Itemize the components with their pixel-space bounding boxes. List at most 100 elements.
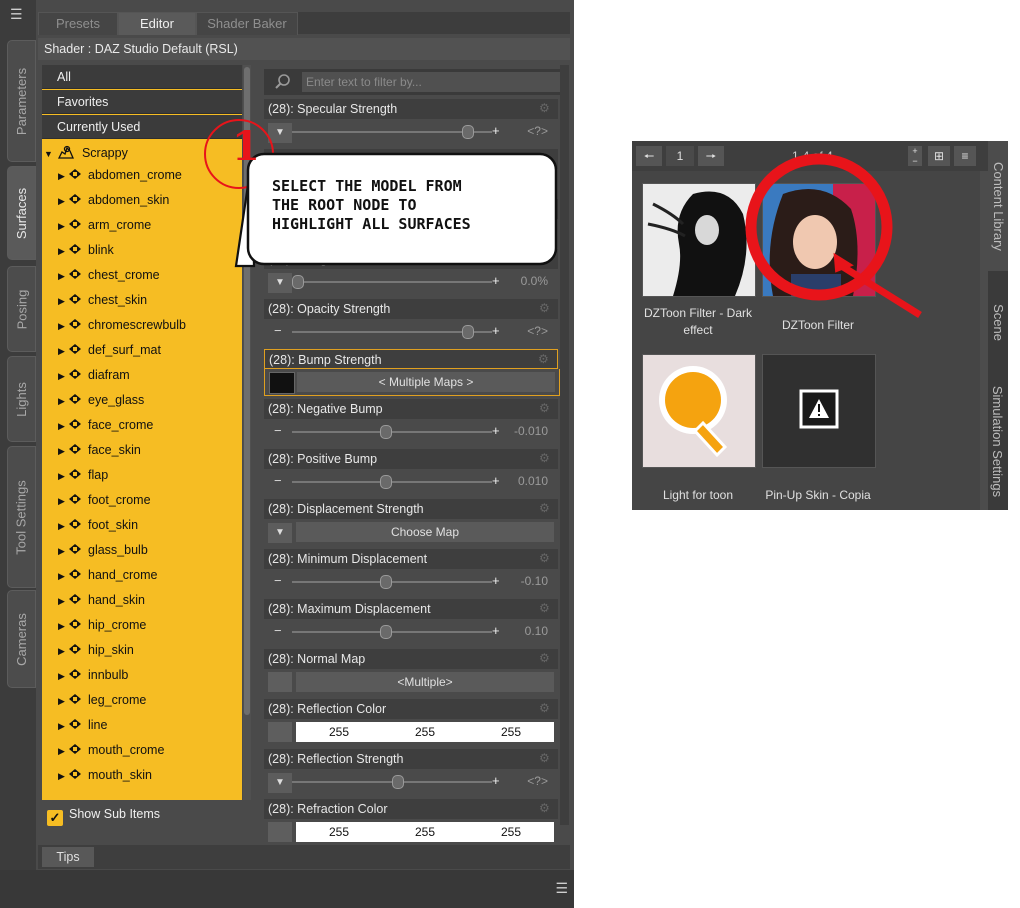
filter-input[interactable]	[302, 72, 564, 92]
slider-knob[interactable]	[380, 425, 392, 439]
property-control[interactable]: 255 255 255	[264, 719, 558, 745]
map-dropdown-arrow-icon[interactable]: ▼	[268, 773, 292, 793]
property-control[interactable]: < Multiple Maps >	[264, 369, 560, 396]
rgb-channel[interactable]: 255	[329, 722, 349, 742]
property-value[interactable]: 0.10	[525, 624, 548, 638]
expand-arrow-icon[interactable]: ▶	[58, 241, 68, 261]
expand-arrow-icon[interactable]: ▶	[58, 491, 68, 511]
library-item-thumb[interactable]	[762, 354, 876, 468]
property-control[interactable]: ▼ + <?>	[264, 769, 558, 795]
tree-item[interactable]: ▶ chromescrewbulb	[58, 315, 186, 335]
expand-arrow-icon[interactable]: ▶	[58, 716, 68, 736]
property-title[interactable]: (28): Displacement Strength ⚙	[264, 499, 558, 519]
expand-arrow-icon[interactable]: ▶	[58, 666, 68, 686]
library-item-label[interactable]: Pin-Up Skin - Copia	[753, 487, 883, 504]
tree-item[interactable]: ▶ mouth_crome	[58, 740, 164, 760]
plus-icon[interactable]: +	[492, 323, 500, 338]
expand-arrow-icon[interactable]: ▶	[58, 741, 68, 761]
tree-item[interactable]: ▶ foot_skin	[58, 515, 138, 535]
show-sub-items-checkbox[interactable]: ✓ Show Sub Items	[42, 802, 247, 826]
property-title[interactable]: (28): Maximum Displacement ⚙	[264, 599, 558, 619]
library-item-label[interactable]: Light for toon	[633, 487, 763, 504]
plus-icon[interactable]: +	[492, 423, 500, 438]
property-control[interactable]: − + -0.10	[264, 569, 558, 595]
tree-item[interactable]: ▶ line	[58, 715, 107, 735]
value-slider[interactable]	[292, 775, 492, 789]
tree-root-node[interactable]: ▼ Scrappy	[44, 143, 128, 163]
value-slider[interactable]	[292, 325, 492, 339]
property-title[interactable]: (28): Positive Bump ⚙	[264, 449, 558, 469]
minus-icon[interactable]: −	[274, 623, 282, 638]
tab-parameters[interactable]: Parameters	[7, 40, 36, 162]
plus-icon[interactable]: +	[492, 623, 500, 638]
map-dropdown-arrow-icon[interactable]: ▼	[268, 273, 292, 293]
tree-item[interactable]: ▶ innbulb	[58, 665, 128, 685]
pane-options-icon[interactable]: ☰	[555, 880, 568, 897]
tree-item[interactable]: ▶ abdomen_crome	[58, 165, 182, 185]
tab-cameras[interactable]: Cameras	[7, 590, 36, 688]
tree-item[interactable]: ▶ def_surf_mat	[58, 340, 161, 360]
expand-arrow-icon[interactable]: ▶	[58, 391, 68, 411]
tree-item[interactable]: ▶ hand_crome	[58, 565, 158, 585]
expand-arrow-icon[interactable]: ▶	[58, 341, 68, 361]
rgb-channel[interactable]: 255	[501, 822, 521, 842]
expand-arrow-icon[interactable]: ▶	[58, 441, 68, 461]
plus-icon[interactable]: +	[492, 273, 500, 288]
property-title[interactable]: (28): Bump Strength ⚙	[264, 349, 558, 369]
gear-icon[interactable]: ⚙	[539, 752, 552, 765]
gear-icon[interactable]: ⚙	[539, 452, 552, 465]
gear-icon[interactable]: ⚙	[539, 802, 552, 815]
library-item-thumb[interactable]	[642, 183, 756, 297]
value-slider[interactable]	[292, 475, 492, 489]
property-value[interactable]: <?>	[527, 774, 548, 788]
minus-icon[interactable]: −	[274, 473, 282, 488]
gear-icon[interactable]: ⚙	[539, 102, 552, 115]
slider-knob[interactable]	[380, 575, 392, 589]
property-title[interactable]: (28): Minimum Displacement ⚙	[264, 549, 558, 569]
tree-item[interactable]: ▶ hand_skin	[58, 590, 145, 610]
map-dropdown-arrow-icon[interactable]: ▼	[268, 523, 292, 543]
property-control[interactable]: − +0.10	[264, 619, 558, 645]
gear-icon[interactable]: ⚙	[538, 353, 551, 366]
property-control[interactable]: ▼ Choose Map	[264, 519, 558, 545]
tab-simulation-settings[interactable]: Simulation Settings	[988, 373, 1008, 510]
property-control[interactable]: 255 255 255	[264, 819, 558, 845]
gear-icon[interactable]: ⚙	[539, 652, 552, 665]
property-control[interactable]: − + -0.010	[264, 419, 558, 445]
map-button[interactable]: Choose Map	[296, 522, 554, 542]
property-control[interactable]: − + <?>	[264, 319, 558, 345]
rgb-channel[interactable]: 255	[501, 722, 521, 742]
tree-item[interactable]: ▶ mouth_skin	[58, 765, 152, 785]
property-title[interactable]: (28): Negative Bump ⚙	[264, 399, 558, 419]
page-number[interactable]: 1	[666, 146, 694, 166]
plus-icon[interactable]: +	[492, 573, 500, 588]
expand-arrow-icon[interactable]: ▶	[58, 516, 68, 536]
tab-presets[interactable]: Presets	[38, 12, 118, 35]
gear-icon[interactable]: ⚙	[539, 602, 552, 615]
gear-icon[interactable]: ⚙	[539, 502, 552, 515]
next-page-button[interactable]: 🠖	[698, 146, 724, 166]
slider-knob[interactable]	[462, 325, 474, 339]
property-value[interactable]: -0.010	[514, 424, 548, 438]
tab-tool-settings[interactable]: Tool Settings	[7, 446, 36, 588]
value-slider[interactable]	[292, 425, 492, 439]
gear-icon[interactable]: ⚙	[539, 702, 552, 715]
pane-menu-icon[interactable]: ☰	[10, 6, 28, 22]
expand-arrow-icon[interactable]: ▶	[58, 566, 68, 586]
tree-item[interactable]: ▶ face_skin	[58, 440, 141, 460]
map-swatch[interactable]	[268, 672, 292, 692]
tree-item[interactable]: ▶ leg_crome	[58, 690, 146, 710]
tree-item[interactable]: ▶ glass_bulb	[58, 540, 148, 560]
expand-arrow-icon[interactable]: ▶	[58, 541, 68, 561]
minus-icon[interactable]: −	[274, 423, 282, 438]
tab-posing[interactable]: Posing	[7, 266, 36, 352]
expand-arrow-icon[interactable]: ▶	[58, 316, 68, 336]
tree-item[interactable]: ▶ hip_skin	[58, 640, 134, 660]
property-title[interactable]: (28): Normal Map ⚙	[264, 649, 558, 669]
tab-scene[interactable]: Scene	[988, 277, 1008, 367]
tree-item[interactable]: ▶ chest_skin	[58, 290, 147, 310]
rgb-channel[interactable]: 255	[329, 822, 349, 842]
slider-knob[interactable]	[380, 625, 392, 639]
tips-tab[interactable]: Tips	[42, 847, 94, 867]
tab-surfaces[interactable]: Surfaces	[7, 166, 36, 260]
